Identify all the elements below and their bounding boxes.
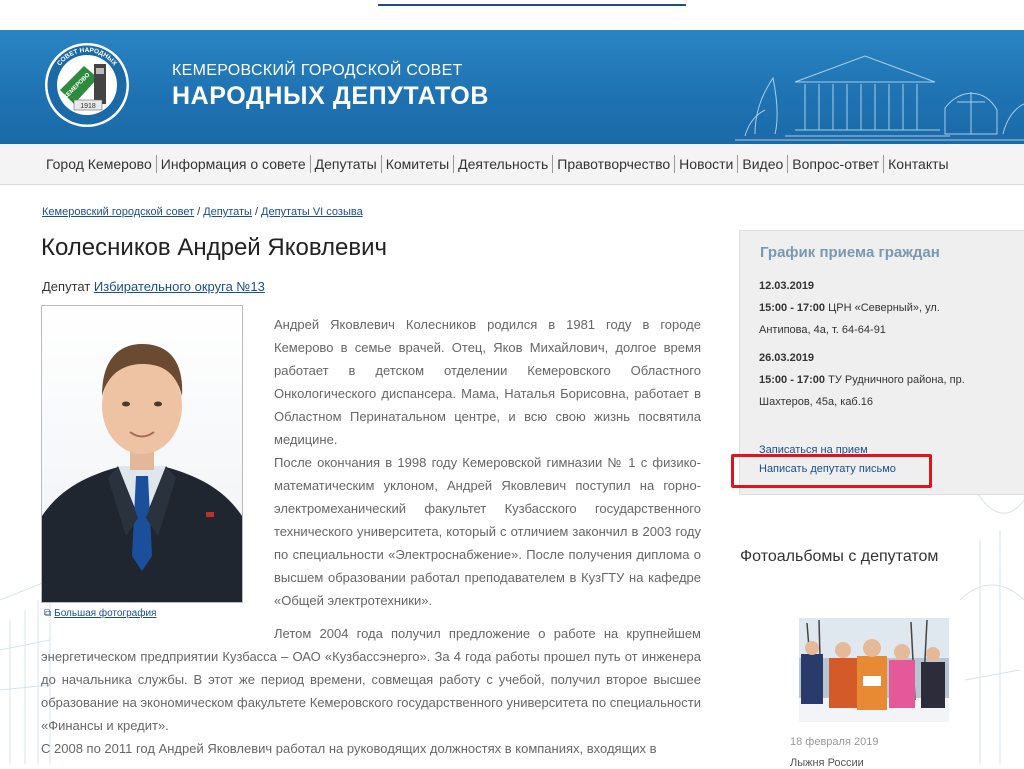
theater-building-illustration [735, 55, 1024, 141]
partial-top-link[interactable] [378, 0, 686, 6]
reception-details: 15:00 - 17:00 ЦРН «Северный», ул. Антипо… [759, 297, 989, 341]
large-photo-link[interactable]: Большая фотография [54, 608, 156, 619]
district-link[interactable]: Избирательного округа №13 [94, 279, 265, 294]
deputy-role: Депутат Избирательного округа №13 [42, 279, 265, 294]
nav-item-video[interactable]: Видео [737, 155, 787, 173]
reception-date: 26.03.2019 [759, 352, 815, 364]
breadcrumb: Кемеровский городской совет / Депутаты / Деп… [42, 206, 363, 218]
nav-item-qa[interactable]: Вопрос-ответ [787, 155, 883, 173]
bio-paragraph-1: Андрей Яковлевич Колесников родился в 19… [274, 317, 701, 447]
breadcrumb-link-convocation[interactable]: Депутаты VI созыва [261, 206, 363, 218]
bio-paragraph-4: С 2008 по 2011 год Андрей Яковлевич рабо… [41, 741, 657, 756]
biography-bottom: Летом 2004 года получил предложение о ра… [41, 622, 701, 760]
top-strip [0, 0, 1024, 30]
nav-item-city[interactable]: Город Кемерово [40, 155, 156, 173]
nav-item-deputies[interactable]: Депутаты [309, 155, 381, 173]
reception-time: 15:00 - 17:00 [759, 302, 826, 314]
reception-title: График приема граждан [760, 244, 940, 261]
bio-paragraph-3: Летом 2004 года получил предложение о ра… [41, 626, 701, 733]
breadcrumb-link-deputies[interactable]: Депутаты [203, 206, 252, 218]
reception-details: 15:00 - 17:00 ТУ Рудничного района, пр. … [759, 369, 989, 413]
background-sketch-right [960, 480, 1024, 764]
large-photo-link-wrapper: ⧉ Большая фотография [44, 608, 156, 619]
deputy-role-prefix: Депутат [42, 279, 91, 294]
album-thumbnail[interactable] [799, 618, 949, 722]
ski-event-photo [799, 618, 949, 722]
page-title: Колесников Андрей Яковлевич [41, 234, 388, 261]
reception-date: 12.03.2019 [759, 280, 815, 292]
nav-item-lawmaking[interactable]: Правотворчество [552, 155, 674, 173]
photo-albums-title: Фотоальбомы с депутатом [740, 548, 939, 565]
council-emblem-logo[interactable]: 1918 КЕМЕРОВО СОВЕТ НАРОДНЫХ [44, 42, 130, 128]
reception-entry: 26.03.2019 15:00 - 17:00 ТУ Рудничного р… [759, 347, 989, 413]
site-title[interactable]: КЕМЕРОВСКИЙ ГОРОДСКОЙ СОВЕТ НАРОДНЫХ ДЕП… [172, 61, 489, 111]
main-nav: Город Кемерово Информация о совете Депут… [0, 144, 1024, 185]
deputy-portrait [42, 306, 242, 602]
nav-item-committees[interactable]: Комитеты [380, 155, 453, 173]
reception-time: 15:00 - 17:00 [759, 374, 826, 386]
nav-item-council-info[interactable]: Информация о совете [155, 155, 310, 173]
deputy-photo[interactable] [41, 305, 243, 603]
nav-item-activity[interactable]: Деятельность [453, 155, 552, 173]
album-caption[interactable]: Лыжня России [790, 757, 864, 769]
breadcrumb-separator: / [254, 206, 259, 218]
breadcrumb-link-council[interactable]: Кемеровский городской совет [42, 206, 194, 218]
site-header: 1918 КЕМЕРОВО СОВЕТ НАРОДНЫХ КЕМЕРОВСКИЙ… [0, 30, 1024, 144]
site-title-line1: КЕМЕРОВСКИЙ ГОРОДСКОЙ СОВЕТ [172, 62, 463, 79]
album-date: 18 февраля 2019 [790, 736, 879, 748]
site-title-line2: НАРОДНЫХ ДЕПУТАТОВ [172, 82, 489, 110]
highlight-box [731, 454, 932, 488]
nav-item-news[interactable]: Новости [674, 155, 737, 173]
svg-text:1918: 1918 [80, 103, 96, 110]
nav-item-contacts[interactable]: Контакты [883, 155, 952, 173]
breadcrumb-separator: / [197, 206, 201, 218]
biography-top: Андрей Яковлевич Колесников родился в 19… [274, 313, 701, 612]
external-window-icon: ⧉ [44, 608, 52, 619]
reception-entry: 12.03.2019 15:00 - 17:00 ЦРН «Северный»,… [759, 275, 989, 341]
bio-paragraph-2: После окончания в 1998 году Кемеровской … [274, 455, 701, 608]
